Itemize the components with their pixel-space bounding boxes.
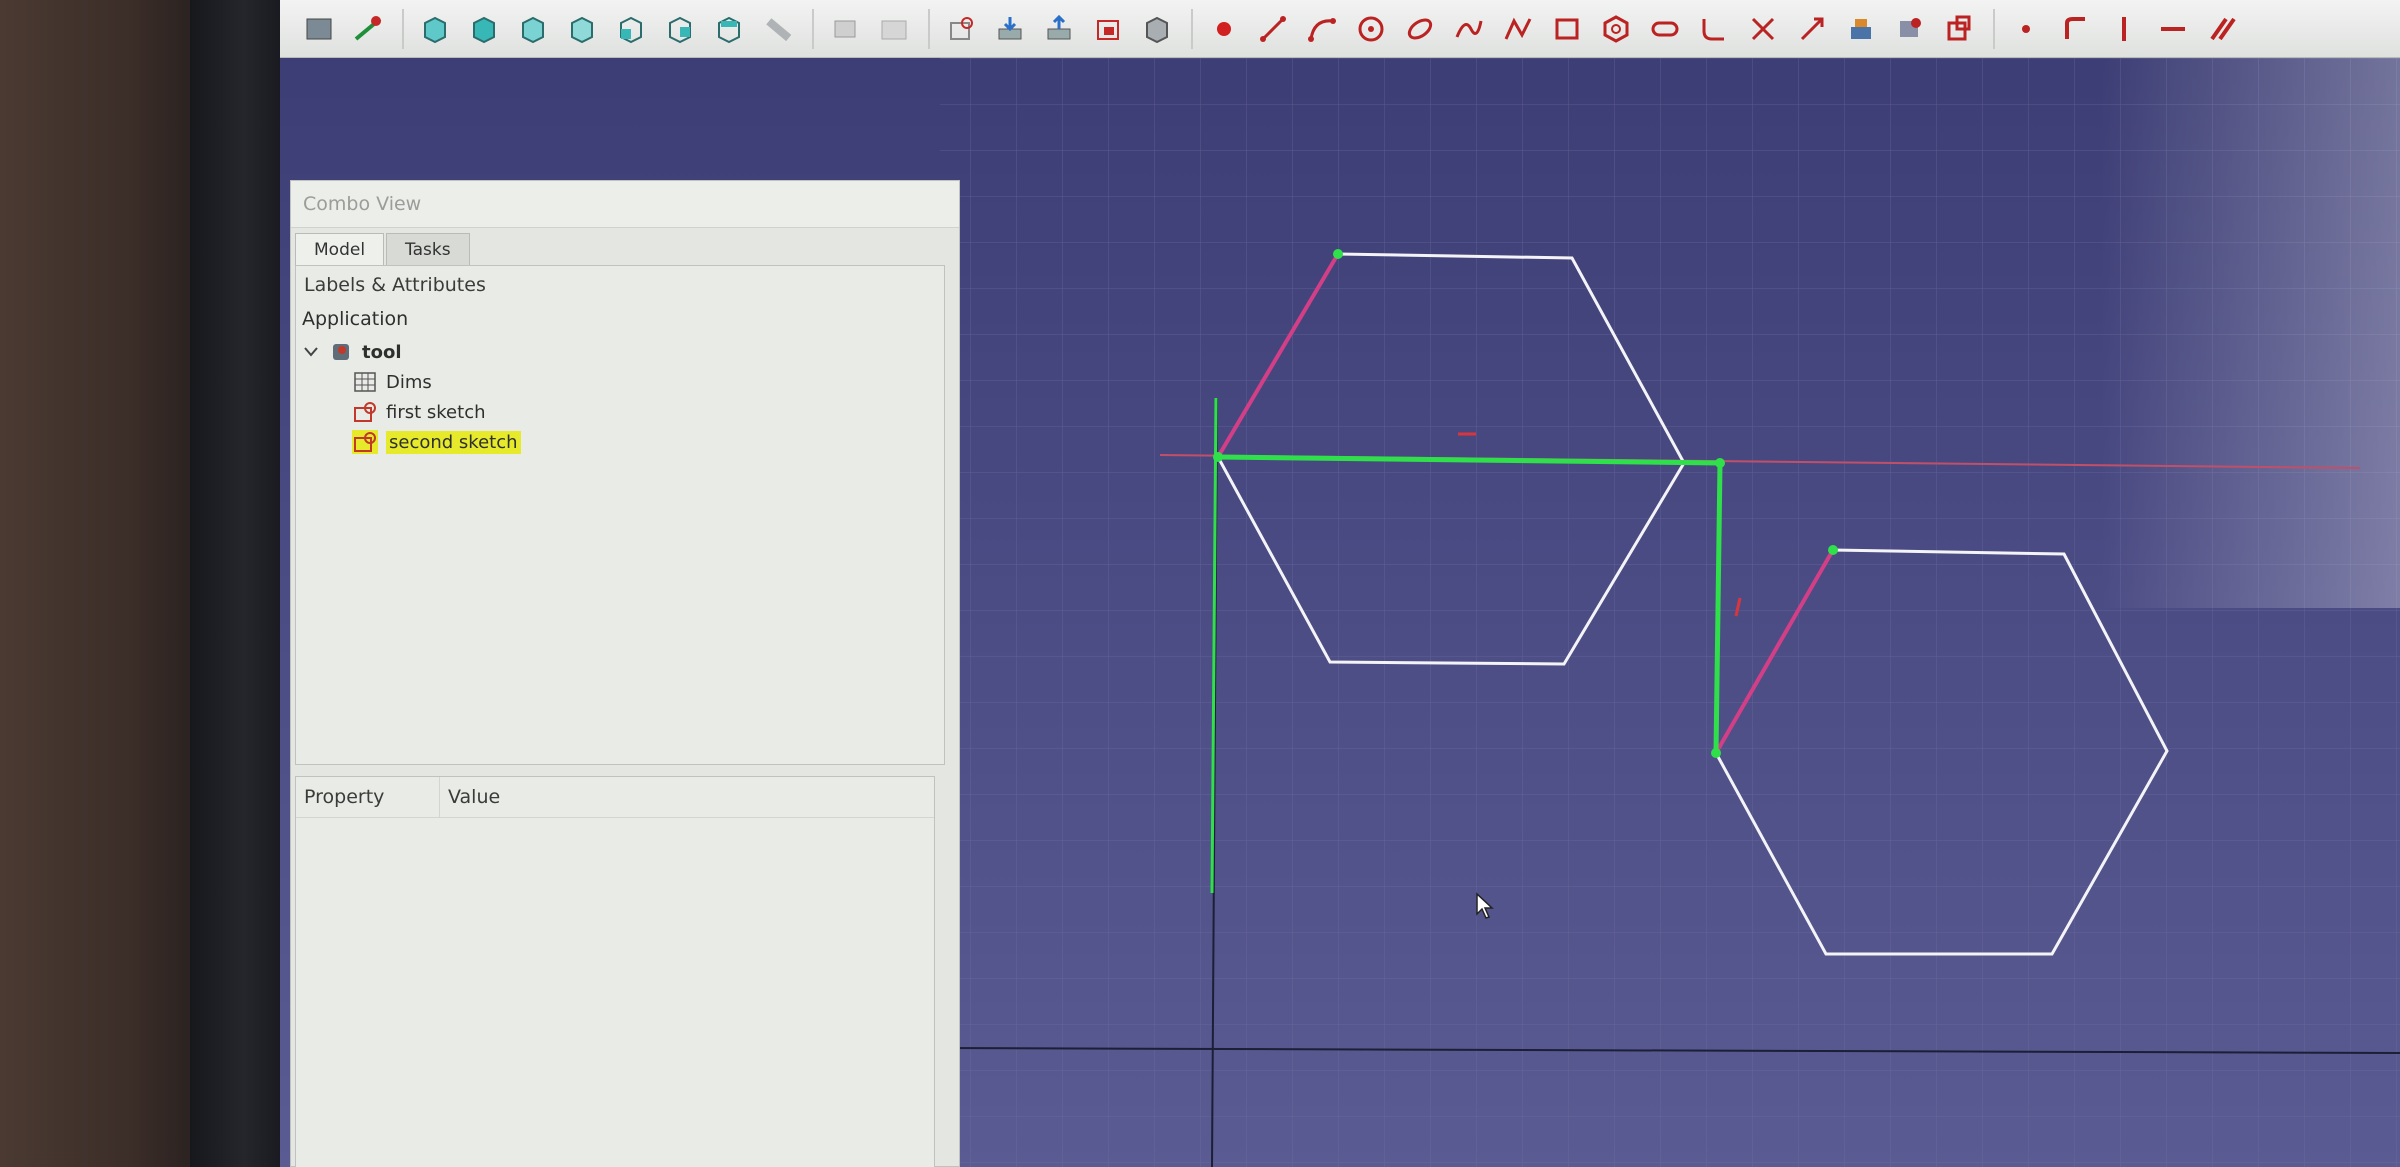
shape-binder-icon[interactable]	[942, 10, 980, 48]
tree-item-label-selected: second sketch	[386, 430, 521, 454]
constrain-point-icon[interactable]	[2007, 10, 2045, 48]
polyline-icon[interactable]	[1254, 10, 1292, 48]
tree-item-label: tool	[362, 341, 402, 363]
monitor-bezel	[190, 0, 280, 1167]
extend-icon[interactable]	[1793, 10, 1831, 48]
trim-icon[interactable]	[1744, 10, 1782, 48]
tree-item-label: Dims	[386, 371, 432, 393]
part-box-icon[interactable]	[300, 10, 338, 48]
combo-view-title: Combo View	[291, 181, 959, 228]
tree-item-label: first sketch	[386, 401, 486, 423]
view-cube-icon[interactable]	[612, 10, 650, 48]
sketch-icon	[352, 400, 378, 424]
measure-icon[interactable]	[759, 10, 797, 48]
group-icon[interactable]	[826, 10, 864, 48]
screen-glare	[2100, 58, 2400, 608]
carbon-copy-icon[interactable]	[1891, 10, 1929, 48]
mouse-cursor-icon	[1476, 892, 1494, 919]
sketch-vertex[interactable]	[1715, 458, 1725, 468]
toolbar-separator	[1993, 8, 1995, 49]
cube-icon[interactable]	[563, 10, 601, 48]
sketch-vertex[interactable]	[1213, 452, 1223, 462]
property-header: Property Value	[296, 777, 934, 818]
tab-tasks[interactable]: Tasks	[386, 233, 470, 266]
sketch-icon	[352, 430, 378, 454]
tree-item-document[interactable]: tool	[302, 338, 402, 366]
freecad-window: Combo View Model Tasks Labels & Attribut…	[280, 0, 2400, 1167]
toolbar-separator	[928, 8, 930, 49]
constrain-parallel-icon[interactable]	[2203, 10, 2241, 48]
combo-view-tabs: Model Tasks	[295, 233, 472, 266]
cube-icon[interactable]	[465, 10, 503, 48]
tree-header: Labels & Attributes	[304, 274, 486, 296]
export-icon[interactable]	[1040, 10, 1078, 48]
combo-view-panel: Combo View Model Tasks Labels & Attribut…	[290, 180, 960, 1167]
document-icon	[328, 340, 354, 364]
bspline-icon[interactable]	[1450, 10, 1488, 48]
property-panel: Property Value	[295, 776, 935, 1167]
fillet-icon[interactable]	[1695, 10, 1733, 48]
point-icon[interactable]	[1205, 10, 1243, 48]
toolbar-separator	[812, 8, 814, 49]
cube-icon[interactable]	[416, 10, 454, 48]
spreadsheet-icon	[352, 370, 378, 394]
value-column-header[interactable]: Value	[440, 786, 500, 808]
folder-icon[interactable]	[875, 10, 913, 48]
constrain-parallel-icon[interactable]	[2154, 10, 2192, 48]
model-tree: Labels & Attributes Application tool Dim…	[295, 265, 945, 765]
external-geometry-icon[interactable]	[1842, 10, 1880, 48]
toolbar-separator	[402, 8, 404, 49]
slot-icon[interactable]	[1646, 10, 1684, 48]
tree-section-application: Application	[302, 308, 409, 330]
view-cube-icon[interactable]	[710, 10, 748, 48]
chevron-down-icon[interactable]	[302, 343, 320, 361]
tree-item-dims[interactable]: Dims	[352, 368, 432, 396]
sketch-vertex[interactable]	[1828, 545, 1838, 555]
import-icon[interactable]	[991, 10, 1029, 48]
constrain-horizontal-icon[interactable]	[2105, 10, 2143, 48]
sketch-map-icon[interactable]	[1089, 10, 1127, 48]
circle-icon[interactable]	[1352, 10, 1390, 48]
polyline-node-icon[interactable]	[1499, 10, 1537, 48]
view-cube-icon[interactable]	[661, 10, 699, 48]
polygon-icon[interactable]	[1597, 10, 1635, 48]
sketch-vertex[interactable]	[1333, 249, 1343, 259]
arc-icon[interactable]	[1303, 10, 1341, 48]
property-column-header[interactable]: Property	[296, 777, 440, 817]
line-tool-icon[interactable]	[349, 10, 387, 48]
construction-icon[interactable]	[1940, 10, 1978, 48]
tree-item-first-sketch[interactable]: first sketch	[352, 398, 486, 426]
toolbar-separator	[1191, 8, 1193, 49]
tree-item-second-sketch[interactable]: second sketch	[352, 428, 521, 456]
conic-icon[interactable]	[1401, 10, 1439, 48]
cube-icon[interactable]	[514, 10, 552, 48]
sketch-validate-icon[interactable]	[1138, 10, 1176, 48]
rectangle-icon[interactable]	[1548, 10, 1586, 48]
tab-model[interactable]: Model	[295, 233, 385, 266]
toolbar	[280, 0, 2400, 58]
sketch-vertex[interactable]	[1711, 748, 1721, 758]
constrain-vertical-icon[interactable]	[2056, 10, 2094, 48]
